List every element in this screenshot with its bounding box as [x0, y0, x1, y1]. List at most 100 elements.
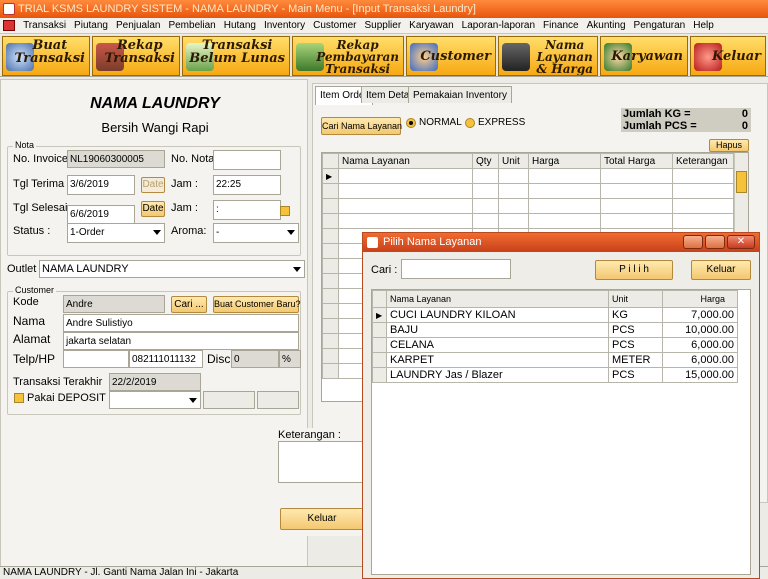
kode-field[interactable]: Andre	[63, 295, 165, 313]
nota-group-label: Nota	[13, 140, 37, 150]
deposit-field-2[interactable]	[257, 391, 299, 409]
dialog-search-input[interactable]	[401, 259, 511, 279]
col-harga[interactable]: Harga	[528, 153, 601, 169]
col-nama-layanan[interactable]: Nama Layanan	[338, 153, 473, 169]
table-row[interactable]: BAJU PCS 10,000.00	[372, 322, 738, 338]
menu-hutang[interactable]: Hutang	[220, 18, 260, 34]
jam-selesai-checkbox[interactable]	[280, 206, 290, 216]
normal-label: NORMAL	[419, 117, 462, 128]
menu-transaksi[interactable]: Transaksi	[19, 18, 70, 34]
menu-help[interactable]: Help	[689, 18, 718, 34]
deposit-checkbox[interactable]	[14, 393, 24, 403]
jam-selesai-field[interactable]: :	[213, 200, 281, 220]
toolbar: Buat Transaksi Rekap Transaksi Transaksi…	[0, 35, 768, 77]
jumlah-kg-label: Jumlah KG =	[623, 108, 691, 120]
window-title: TRIAL KSMS LAUNDRY SISTEM - NAMA LAUNDRY…	[18, 3, 476, 15]
menu-pembelian[interactable]: Pembelian	[164, 18, 219, 34]
scrollbar-thumb[interactable]	[736, 171, 747, 193]
minimize-icon[interactable]	[683, 235, 703, 249]
nama-field[interactable]: Andre Sulistiyo	[63, 314, 299, 332]
toolbar-transaksi-belum-lunas[interactable]: Transaksi Belum Lunas	[182, 36, 290, 76]
menu-supplier[interactable]: Supplier	[360, 18, 405, 34]
toolbar-buat-transaksi[interactable]: Buat Transaksi	[2, 36, 90, 76]
cari-customer-button[interactable]: Cari ...	[171, 296, 207, 313]
telp-field[interactable]	[63, 350, 129, 368]
alamat-field[interactable]: jakarta selatan	[63, 332, 299, 350]
menu-customer[interactable]: Customer	[309, 18, 360, 34]
tgl-selesai-date-button[interactable]: Date	[141, 201, 165, 217]
table-row[interactable]: CELANA PCS 6,000.00	[372, 337, 738, 353]
no-nota-field[interactable]	[213, 150, 281, 170]
telp-label: Telp/HP	[13, 352, 56, 366]
status-select[interactable]: 1-Order	[67, 223, 165, 243]
tgl-terima-date-button[interactable]: Date	[141, 177, 165, 193]
table-row[interactable]	[322, 198, 734, 214]
toolbar-rekap-pembayaran[interactable]: Rekap Pembayaran Transaksi	[292, 36, 404, 76]
tgl-terima-label: Tgl Terima	[13, 178, 65, 190]
keterangan-field[interactable]	[278, 441, 364, 483]
menu-finance[interactable]: Finance	[539, 18, 583, 34]
table-row[interactable]: LAUNDRY Jas / Blazer PCS 15,000.00	[372, 367, 738, 383]
col-harga[interactable]: Harga	[662, 290, 738, 308]
maximize-icon[interactable]	[705, 235, 725, 249]
laundry-tagline: Bersih Wangi Rapi	[101, 120, 209, 135]
toolbar-karyawan[interactable]: Karyawan	[600, 36, 688, 76]
toolbar-label: Karyawan	[611, 49, 683, 64]
col-keterangan[interactable]: Keterangan	[672, 153, 734, 169]
cell-harga: 10,000.00	[662, 322, 738, 338]
menu-bar: Transaksi Piutang Penjualan Pembelian Hutang…	[0, 18, 768, 34]
col-unit[interactable]: Unit	[608, 290, 663, 308]
col-unit[interactable]: Unit	[498, 153, 529, 169]
pilih-button[interactable]: P i l i h	[595, 260, 673, 280]
toolbar-customer[interactable]: Customer	[406, 36, 496, 76]
normal-radio[interactable]	[406, 118, 416, 128]
transaksi-terakhir-label: Transaksi Terakhir	[13, 376, 103, 388]
menu-inventory[interactable]: Inventory	[260, 18, 309, 34]
col-qty[interactable]: Qty	[472, 153, 499, 169]
tab-pemakaian-inventory[interactable]: Pemakaian Inventory	[408, 86, 512, 103]
toolbar-keluar[interactable]: Keluar	[690, 36, 766, 76]
status-label: Status :	[13, 225, 51, 237]
menu-piutang[interactable]: Piutang	[70, 18, 112, 34]
grid-corner	[322, 153, 339, 169]
table-row[interactable]	[322, 213, 734, 229]
disc-field[interactable]: 0	[231, 350, 279, 368]
cell-unit: PCS	[608, 322, 663, 338]
close-icon[interactable]: ✕	[727, 235, 755, 249]
deposit-select[interactable]	[109, 391, 201, 409]
app-menu-icon[interactable]	[3, 20, 15, 31]
toolbar-rekap-transaksi[interactable]: Rekap Transaksi	[92, 36, 180, 76]
table-row[interactable]: ▶ CUCI LAUNDRY KILOAN KG 7,000.00	[372, 307, 738, 323]
dialog-keluar-button[interactable]: Keluar	[691, 260, 751, 280]
invoice-field[interactable]: NL19060300005	[67, 150, 165, 168]
toolbar-label: Keluar	[712, 49, 761, 64]
outlet-select[interactable]: NAMA LAUNDRY	[39, 260, 305, 278]
toolbar-label: Nama Layanan & Harga	[536, 38, 593, 76]
toolbar-nama-layanan[interactable]: Nama Layanan & Harga	[498, 36, 598, 76]
col-total-harga[interactable]: Total Harga	[600, 153, 673, 169]
col-nama-layanan[interactable]: Nama Layanan	[386, 290, 609, 308]
keluar-button[interactable]: Keluar	[280, 508, 364, 530]
layanan-grid[interactable]: Nama Layanan Unit Harga ▶ CUCI LAUNDRY KI…	[371, 289, 751, 575]
table-row[interactable]: ▶	[322, 168, 734, 184]
hapus-button[interactable]: Hapus	[709, 139, 749, 152]
menu-penjualan[interactable]: Penjualan	[112, 18, 164, 34]
table-row[interactable]	[322, 183, 734, 199]
menu-karyawan[interactable]: Karyawan	[405, 18, 457, 34]
tgl-terima-field[interactable]: 3/6/2019	[67, 175, 135, 195]
cell-nama: CUCI LAUNDRY KILOAN	[386, 307, 609, 323]
aroma-select[interactable]: -	[213, 223, 299, 243]
table-row[interactable]: KARPET METER 6,000.00	[372, 352, 738, 368]
window-title-bar: TRIAL KSMS LAUNDRY SISTEM - NAMA LAUNDRY…	[0, 0, 768, 18]
buat-customer-baru-button[interactable]: Buat Customer Baru?	[213, 296, 301, 313]
hp-field[interactable]: 082111011132	[129, 350, 203, 368]
menu-pengaturan[interactable]: Pengaturan	[630, 18, 690, 34]
cari-nama-layanan-button[interactable]: Cari Nama Layanan	[321, 117, 402, 135]
menu-akunting[interactable]: Akunting	[583, 18, 630, 34]
menu-laporan[interactable]: Laporan-laporan	[458, 18, 539, 34]
express-radio[interactable]	[465, 118, 475, 128]
tgl-selesai-field[interactable]: 6/6/2019	[67, 205, 135, 225]
dialog-cari-label: Cari :	[371, 264, 398, 276]
jam-terima-field[interactable]: 22:25	[213, 175, 281, 195]
deposit-field-1[interactable]	[203, 391, 255, 409]
